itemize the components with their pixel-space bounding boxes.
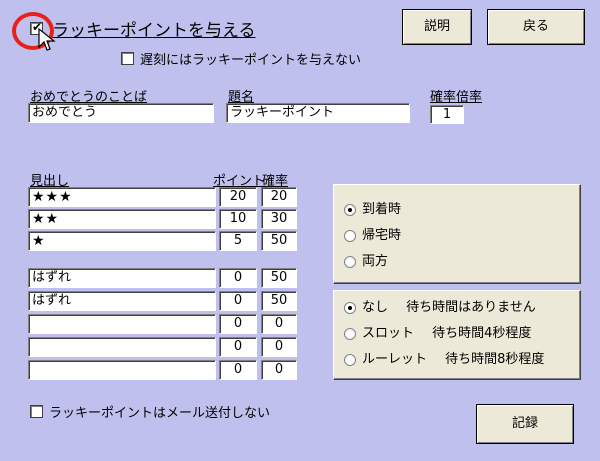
radio-selected-icon (344, 301, 356, 314)
row-heading-input[interactable]: ★★ (28, 209, 216, 229)
radio-selected-icon (344, 203, 356, 216)
radio-icon (344, 255, 356, 268)
row-heading-input[interactable] (28, 360, 216, 380)
row-heading-input[interactable] (28, 337, 216, 357)
row-points-input[interactable]: 10 (219, 209, 257, 229)
row-probability-input[interactable]: 50 (261, 231, 297, 251)
row-probability-input[interactable]: 0 (261, 337, 297, 357)
row-points-input[interactable]: 0 (219, 337, 257, 357)
late-no-point-label[interactable]: 遅刻にはラッキーポイントを与えない (140, 49, 361, 68)
record-button[interactable]: 記録 (476, 404, 574, 444)
effect-panel: なし 待ち時間はありません スロット 待ち時間4秒程度 ルーレット 待ち時間8秒… (333, 290, 581, 380)
row-points-input[interactable]: 0 (219, 360, 257, 380)
effect-option-slot[interactable]: スロット 待ち時間4秒程度 (344, 325, 531, 343)
row-heading-input[interactable]: はずれ (28, 291, 216, 311)
timing-panel: 到着時 帰宅時 両方 (333, 184, 581, 284)
row-probability-input[interactable]: 30 (261, 209, 297, 229)
multiplier-label: 確率倍率 (430, 90, 483, 105)
row-probability-input[interactable]: 50 (261, 291, 297, 311)
title-input[interactable]: ラッキーポイント (226, 103, 410, 123)
row-points-input[interactable]: 5 (219, 231, 257, 251)
late-no-point-checkbox[interactable] (121, 52, 134, 65)
row-probability-input[interactable]: 20 (261, 187, 297, 207)
timing-option-arrival[interactable]: 到着時 (344, 201, 401, 219)
effect-option-none[interactable]: なし 待ち時間はありません (344, 299, 536, 317)
radio-icon (344, 353, 356, 366)
row-probability-input[interactable]: 0 (261, 360, 297, 380)
multiplier-input[interactable]: 1 (430, 105, 464, 124)
row-heading-input[interactable]: ★★★ (28, 187, 216, 207)
row-points-input[interactable]: 20 (219, 187, 257, 207)
row-points-input[interactable]: 0 (219, 314, 257, 334)
row-points-input[interactable]: 0 (219, 268, 257, 288)
no-mail-checkbox[interactable] (30, 405, 43, 418)
row-heading-input[interactable]: ★ (28, 231, 216, 251)
back-button[interactable]: 戻る (487, 9, 585, 45)
no-mail-label[interactable]: ラッキーポイントはメール送付しない (49, 402, 270, 421)
help-button[interactable]: 説明 (402, 9, 472, 45)
row-probability-input[interactable]: 50 (261, 268, 297, 288)
row-heading-input[interactable]: はずれ (28, 268, 216, 288)
radio-icon (344, 327, 356, 340)
cursor-icon (38, 28, 56, 51)
greeting-input[interactable]: おめでとう (28, 103, 214, 123)
row-probability-input[interactable]: 0 (261, 314, 297, 334)
timing-option-return[interactable]: 帰宅時 (344, 227, 401, 245)
row-points-input[interactable]: 0 (219, 291, 257, 311)
radio-icon (344, 229, 356, 242)
row-heading-input[interactable] (28, 314, 216, 334)
timing-option-both[interactable]: 両方 (344, 253, 388, 271)
effect-option-roulette[interactable]: ルーレット 待ち時間8秒程度 (344, 351, 544, 369)
lucky-point-label[interactable]: ラッキーポイントを与える (52, 16, 256, 41)
